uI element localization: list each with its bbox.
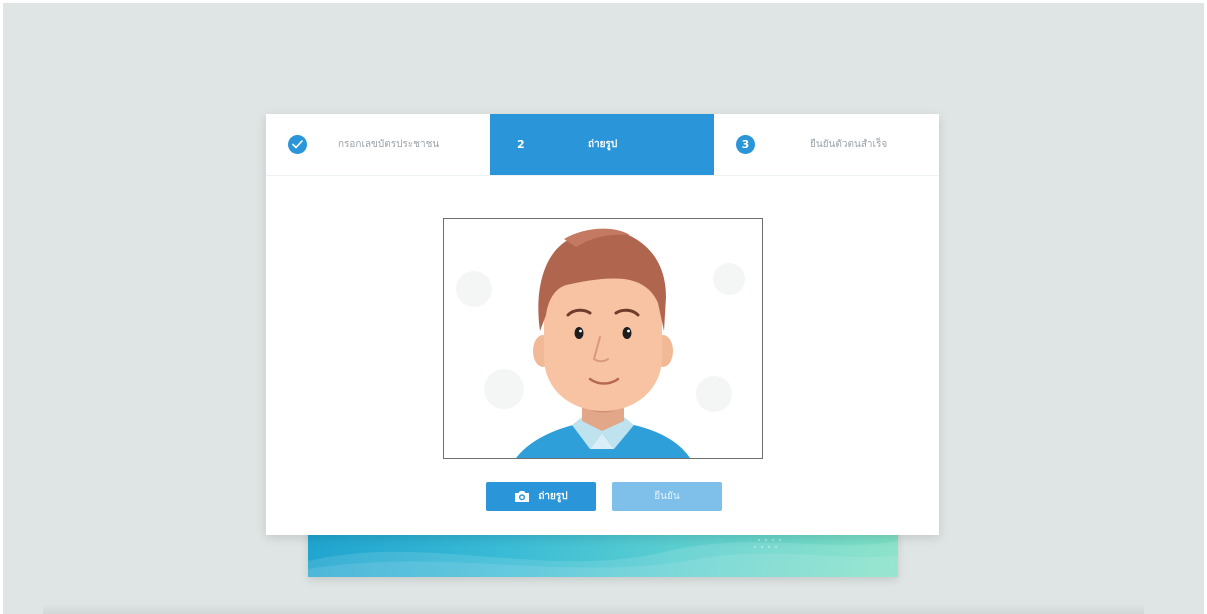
stepper: กรอกเลขบัตรประชาชน 2 ถ่ายรูป 3 ยืนยันตัว… — [266, 114, 939, 176]
step-number-3: 3 — [736, 135, 755, 154]
step-label-id-card: กรอกเลขบัตรประชาชน — [338, 139, 440, 150]
person-avatar-illustration — [444, 219, 762, 458]
capture-photo-button[interactable]: ถ่ายรูป — [486, 482, 596, 511]
confirm-label: ยืนยัน — [654, 491, 680, 502]
capture-photo-label: ถ่ายรูป — [538, 491, 568, 502]
step-take-photo: 2 ถ่ายรูป — [490, 114, 714, 175]
camera-icon — [515, 491, 530, 502]
check-icon — [288, 135, 307, 154]
step-verified: 3 ยืนยันตัวตนสำเร็จ — [714, 114, 939, 175]
step-id-card: กรอกเลขบัตรประชาชน — [266, 114, 490, 175]
verification-card: กรอกเลขบัตรประชาชน 2 ถ่ายรูป 3 ยืนยันตัว… — [266, 114, 939, 535]
confirm-button[interactable]: ยืนยัน — [612, 482, 722, 511]
step-number-2: 2 — [517, 138, 525, 151]
step-label-take-photo: ถ่ายรูป — [588, 139, 618, 150]
bottom-shadow — [43, 604, 1144, 614]
step-label-verified: ยืนยันตัวตนสำเร็จ — [810, 139, 888, 150]
page-background: กรอกเลขบัตรประชาชน 2 ถ่ายรูป 3 ยืนยันตัว… — [3, 3, 1204, 614]
camera-preview — [443, 218, 763, 459]
